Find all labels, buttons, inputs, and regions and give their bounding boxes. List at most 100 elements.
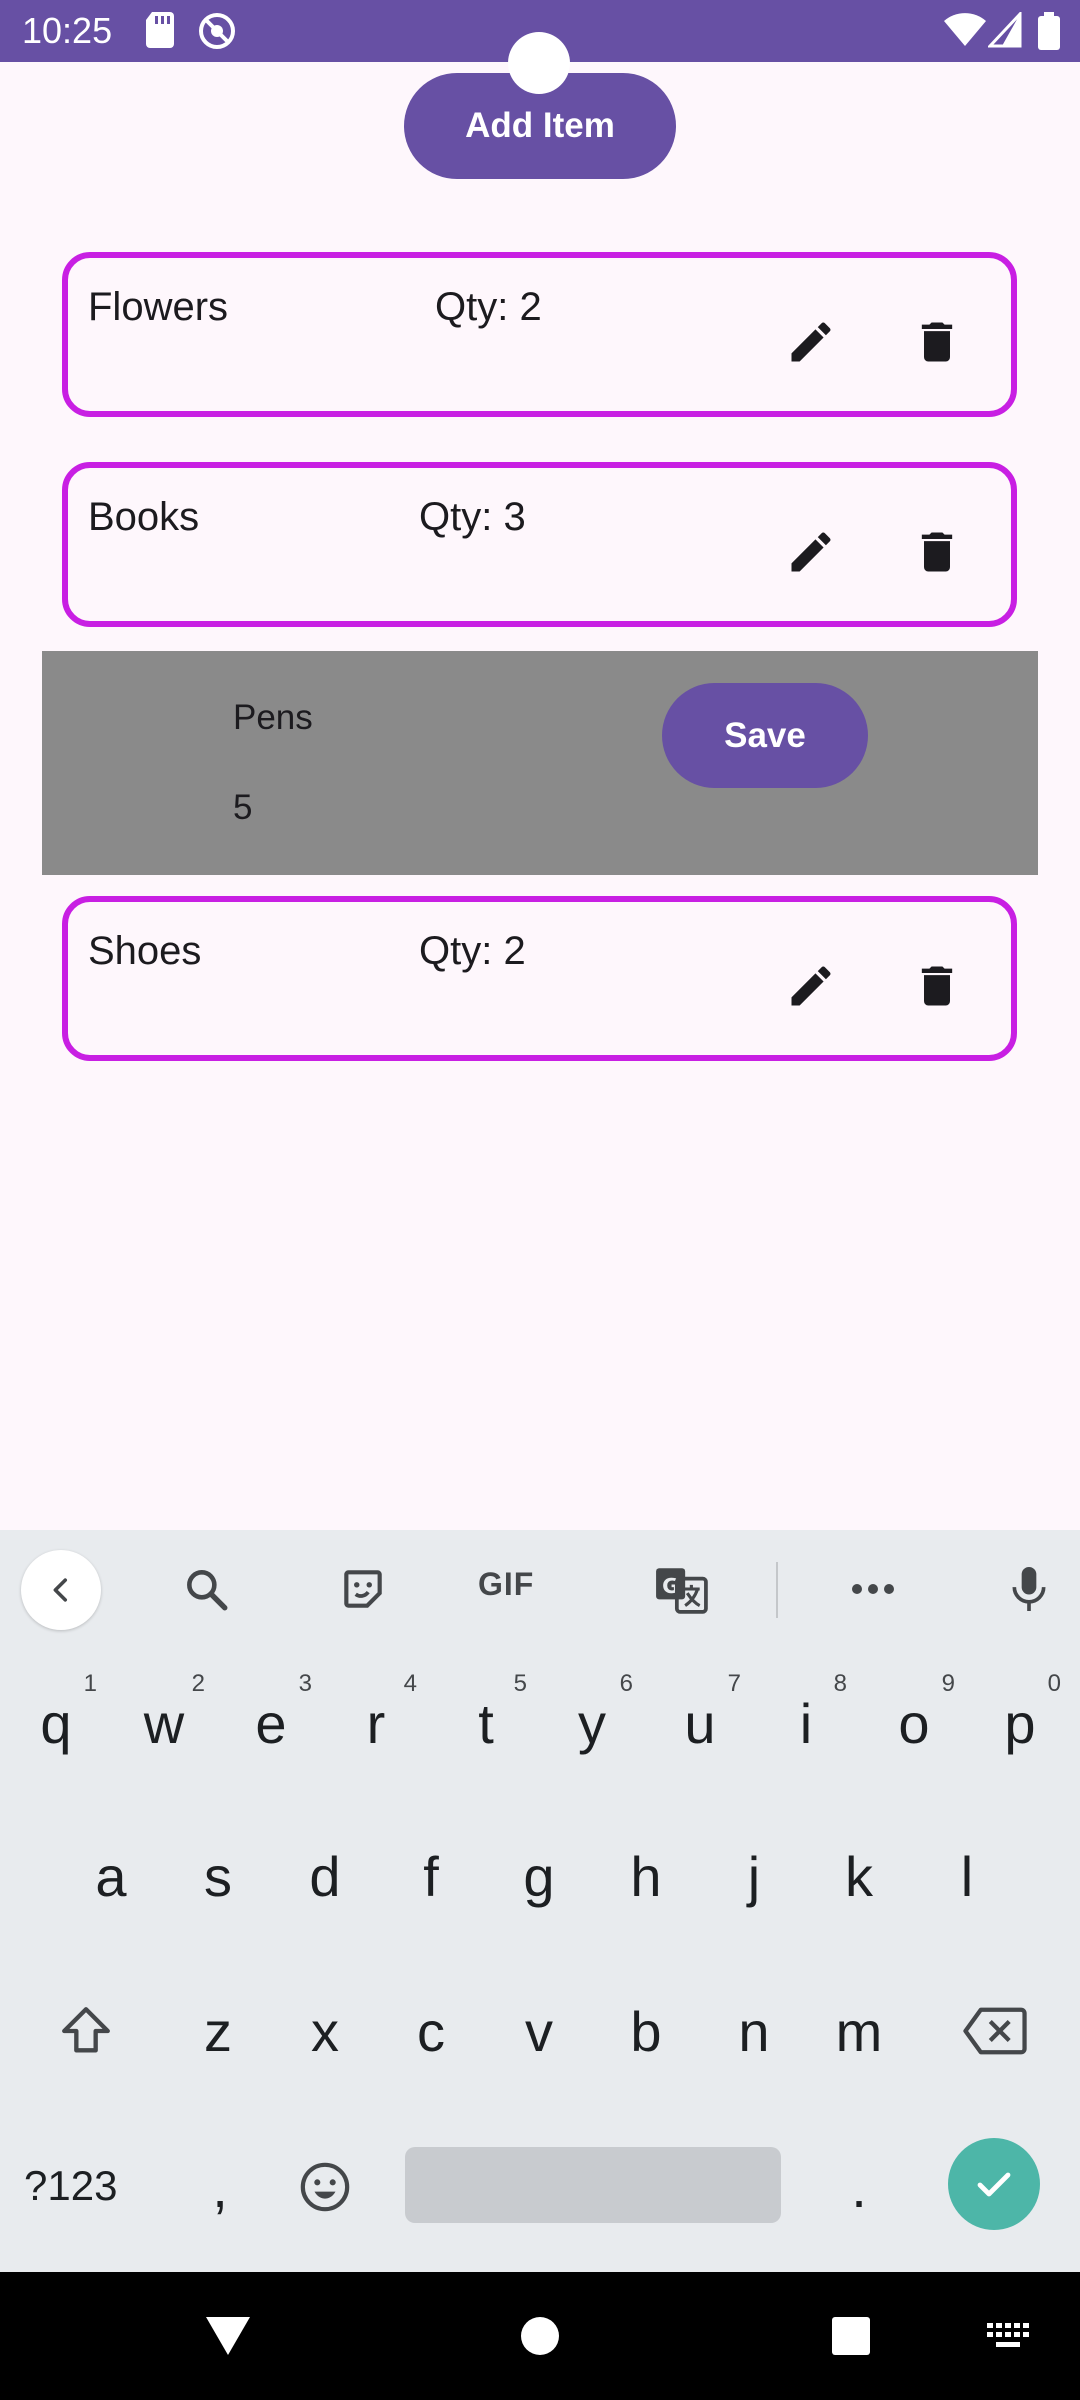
key-label: r [366,1691,386,1755]
comma-key[interactable]: , [167,2124,273,2250]
key-label: v [525,1999,553,2063]
item-name: Flowers [88,285,229,329]
item-name-field[interactable]: Pens [233,697,533,739]
key-q[interactable]: q1 [3,1660,109,1786]
item-qty-field[interactable]: 5 [233,787,533,829]
save-button[interactable]: Save [662,683,868,788]
key-i[interactable]: i8 [753,1660,859,1786]
navigation-bar [0,2272,1080,2400]
backspace-key[interactable] [942,1968,1048,2094]
key-hint: 2 [191,1670,205,1697]
key-l[interactable]: l [914,1813,1020,1939]
edit-button[interactable] [779,954,843,1018]
status-time: 10:25 [22,10,113,51]
key-label: h [630,1844,662,1908]
recents-nav-button[interactable] [817,2302,885,2370]
delete-button[interactable] [905,954,969,1018]
back-nav-button[interactable] [194,2302,262,2370]
home-nav-button[interactable] [506,2302,574,2370]
shift-key[interactable] [33,1968,139,2094]
edit-button[interactable] [779,520,843,584]
key-label: d [309,1844,341,1908]
item-card-books: Books Qty: 3 [62,462,1017,627]
key-label: p [1004,1691,1036,1755]
sd-card-icon [146,12,176,53]
key-label: q [40,1691,72,1755]
item-card-flowers: Flowers Qty: 2 [62,252,1017,417]
key-label: f [423,1844,439,1908]
key-label: j [747,1844,761,1908]
key-label: u [684,1691,716,1755]
item-qty: Qty: 3 [419,495,526,539]
keyboard-toolbar: GIF G [0,1530,1080,1648]
key-t[interactable]: t5 [433,1660,539,1786]
gif-icon[interactable]: GIF [478,1566,534,1603]
key-c[interactable]: c [378,1968,484,2094]
edit-button[interactable] [779,310,843,374]
key-label: i [799,1691,813,1755]
period-key[interactable]: . [806,2124,912,2250]
delete-button[interactable] [905,310,969,374]
toolbar-divider [776,1562,778,1618]
translate-icon[interactable]: G [651,1559,711,1619]
key-label: b [630,1999,662,2063]
key-o[interactable]: o9 [861,1660,967,1786]
key-label: x [311,1999,339,2063]
key-hint: 6 [619,1670,633,1697]
item-card-shoes: Shoes Qty: 2 [62,896,1017,1061]
key-h[interactable]: h [593,1813,699,1939]
key-a[interactable]: a [58,1813,164,1939]
key-e[interactable]: e3 [218,1660,324,1786]
key-hint: 9 [941,1670,955,1697]
camera-cutout [508,32,570,94]
key-u[interactable]: u7 [647,1660,753,1786]
trash-icon [921,532,953,572]
key-hint: 0 [1047,1670,1061,1697]
signal-icon [986,10,1022,53]
pencil-icon [791,966,831,1006]
symbols-key[interactable]: ?123 [24,2162,117,2210]
keyboard-switch-button[interactable] [974,2302,1042,2370]
key-hint: 8 [833,1670,847,1697]
key-label: a [95,1844,127,1908]
key-n[interactable]: n [701,1968,807,2094]
pencil-icon [791,322,831,362]
key-x[interactable]: x [272,1968,378,2094]
key-r[interactable]: r4 [323,1660,429,1786]
check-icon [977,2172,1011,2197]
item-qty: Qty: 2 [435,285,542,329]
key-w[interactable]: w2 [111,1660,217,1786]
key-label: y [578,1691,606,1755]
key-hint: 5 [513,1670,527,1697]
enter-key[interactable] [948,2138,1040,2230]
space-key[interactable] [405,2147,781,2223]
pencil-icon [791,532,831,572]
emoji-icon [300,2162,350,2212]
key-p[interactable]: p0 [967,1660,1073,1786]
key-label: s [204,1844,232,1908]
key-d[interactable]: d [272,1813,378,1939]
key-j[interactable]: j [701,1813,807,1939]
back-icon[interactable] [21,1550,101,1630]
key-label: . [851,2155,867,2219]
key-g[interactable]: g [486,1813,592,1939]
key-label: e [255,1691,287,1755]
more-icon[interactable] [843,1559,903,1619]
key-label: k [845,1844,873,1908]
search-icon[interactable] [176,1559,236,1619]
delete-button[interactable] [905,520,969,584]
key-f[interactable]: f [378,1813,484,1939]
key-v[interactable]: v [486,1968,592,2094]
emoji-key[interactable] [272,2124,378,2250]
sticker-icon[interactable] [333,1559,393,1619]
key-label: t [478,1691,494,1755]
key-k[interactable]: k [806,1813,912,1939]
key-m[interactable]: m [806,1968,912,2094]
key-z[interactable]: z [165,1968,271,2094]
key-y[interactable]: y6 [539,1660,645,1786]
item-qty: Qty: 2 [419,929,526,973]
key-b[interactable]: b [593,1968,699,2094]
mic-icon[interactable] [999,1559,1059,1619]
item-name: Shoes [88,929,202,973]
key-s[interactable]: s [165,1813,271,1939]
